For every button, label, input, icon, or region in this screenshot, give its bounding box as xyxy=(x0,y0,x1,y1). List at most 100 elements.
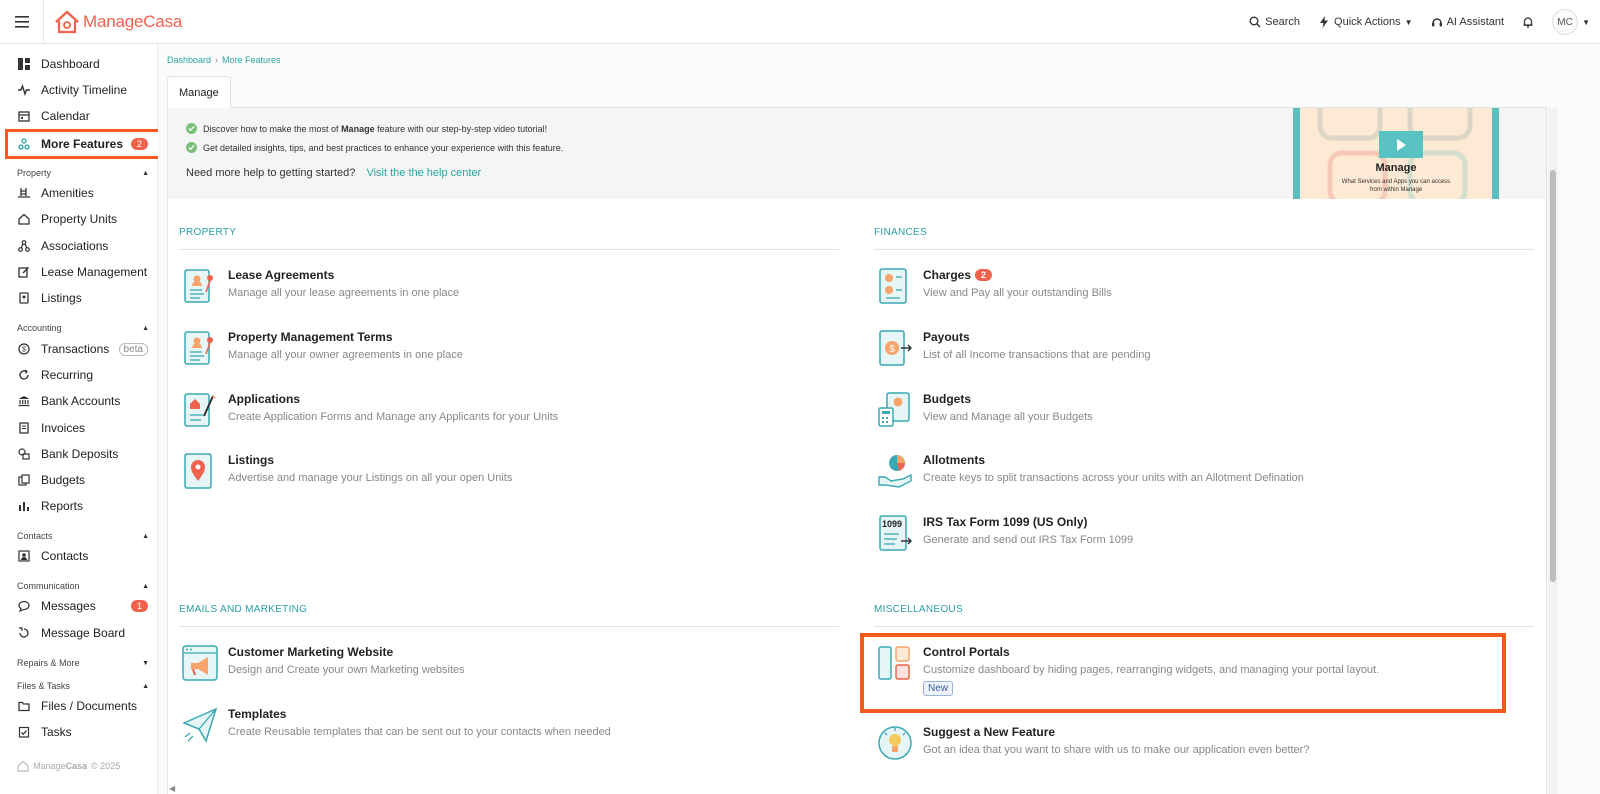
sidebar-item-listings[interactable]: Listings xyxy=(8,286,158,310)
section-header-property[interactable]: Property ▲ xyxy=(17,168,149,178)
tab-manage[interactable]: Manage xyxy=(167,76,231,109)
feature-listings[interactable]: Listings Advertise and manage your Listi… xyxy=(182,451,802,501)
horizontal-scrollbar[interactable]: ◀ xyxy=(167,784,1547,794)
sidebar-item-property-units[interactable]: Property Units xyxy=(8,207,158,231)
sidebar-item-recurring[interactable]: Recurring xyxy=(8,363,158,387)
calendar-icon xyxy=(17,109,31,123)
budget-icon xyxy=(17,473,31,487)
search-button[interactable]: Search xyxy=(1249,16,1300,28)
divider xyxy=(874,626,1534,627)
lease-document-icon xyxy=(182,266,218,306)
notifications-button[interactable] xyxy=(1522,16,1534,28)
sidebar-item-label: Dashboard xyxy=(41,57,100,71)
sidebar-item-contacts[interactable]: Contacts xyxy=(8,544,158,568)
feature-charges[interactable]: Charges 2 View and Pay all your outstandi… xyxy=(877,266,1497,316)
section-header-accounting[interactable]: Accounting ▲ xyxy=(17,323,149,333)
feature-title: Property Management Terms xyxy=(228,330,393,344)
scroll-left-icon[interactable]: ◀ xyxy=(169,784,175,793)
sidebar-item-bank-accounts[interactable]: Bank Accounts xyxy=(8,389,158,413)
features-icon xyxy=(17,137,31,151)
sidebar-item-tasks[interactable]: Tasks xyxy=(8,720,158,744)
lightbulb-icon xyxy=(877,723,913,763)
sidebar-item-amenities[interactable]: Amenities xyxy=(8,181,158,205)
control-portals-highlight xyxy=(860,633,1506,713)
scrollbar-thumb[interactable] xyxy=(1550,170,1556,582)
chevron-up-icon: ▲ xyxy=(142,532,149,540)
section-header-repairs[interactable]: Repairs & More ▼ xyxy=(17,658,149,668)
sidebar-item-calendar[interactable]: Calendar xyxy=(8,104,158,128)
feature-allotments[interactable]: Allotments Create keys to split transact… xyxy=(877,451,1497,501)
sidebar-item-messages[interactable]: Messages 1 xyxy=(8,594,158,618)
sidebar-item-message-board[interactable]: Message Board xyxy=(8,621,158,645)
quick-actions-button[interactable]: Quick Actions ▼ xyxy=(1318,16,1413,28)
folder-icon xyxy=(17,699,31,713)
feature-payouts[interactable]: $ Payouts List of all Income transaction… xyxy=(877,328,1497,378)
svg-text:$: $ xyxy=(22,347,26,354)
message-icon xyxy=(17,599,31,613)
dollar-icon: $ xyxy=(17,342,31,356)
sidebar-item-files-documents[interactable]: Files / Documents xyxy=(8,694,158,718)
feature-lease-agreements[interactable]: Lease Agreements Manage all your lease a… xyxy=(182,266,802,316)
feature-property-management-terms[interactable]: Property Management Terms Manage all you… xyxy=(182,328,802,378)
tab-bar: Manage xyxy=(167,76,1547,109)
sidebar-item-budgets[interactable]: Budgets xyxy=(8,468,158,492)
feature-description: Manage all your owner agreements in one … xyxy=(228,349,463,361)
feature-suggest-new-feature[interactable]: Suggest a New Feature Got an idea that y… xyxy=(877,723,1497,773)
sidebar-item-dashboard[interactable]: Dashboard xyxy=(8,52,158,76)
search-label: Search xyxy=(1265,16,1301,28)
agreement-document-icon xyxy=(182,328,218,368)
sidebar-item-label: Associations xyxy=(41,239,109,253)
sidebar-item-activity-timeline[interactable]: Activity Timeline xyxy=(8,78,158,102)
sidebar-item-label: More Features xyxy=(41,137,124,151)
breadcrumb-more-features[interactable]: More Features xyxy=(222,55,281,65)
sidebar-item-transactions[interactable]: $ Transactions beta xyxy=(8,337,158,361)
chevron-down-icon: ▼ xyxy=(1404,17,1413,27)
section-header-contacts[interactable]: Contacts ▲ xyxy=(17,531,149,541)
bell-icon xyxy=(1523,17,1533,28)
play-button[interactable] xyxy=(1379,131,1423,158)
section-title-finances: FINANCES xyxy=(874,227,927,238)
breadcrumb: Dashboard › More Features xyxy=(167,55,281,65)
feature-title: Lease Agreements xyxy=(228,268,335,282)
sidebar-item-bank-deposits[interactable]: Bank Deposits xyxy=(8,442,158,466)
sidebar-item-associations[interactable]: Associations xyxy=(8,234,158,258)
sidebar-item-label: Budgets xyxy=(41,473,86,487)
section-header-files[interactable]: Files & Tasks ▲ xyxy=(17,681,149,691)
manage-panel: Discover how to make the most of Manage … xyxy=(167,108,1547,794)
footer-brand: ManageCasa xyxy=(33,761,88,771)
user-menu[interactable]: MC ▼ xyxy=(1552,9,1590,35)
bolt-icon xyxy=(1320,16,1329,28)
recurring-icon xyxy=(17,368,31,382)
feature-customer-marketing-website[interactable]: Customer Marketing Website Design and Cr… xyxy=(182,643,802,693)
section-title-miscellaneous: MISCELLANEOUS xyxy=(874,604,963,615)
sidebar-item-label: Reports xyxy=(41,499,84,513)
feature-applications[interactable]: Applications Create Application Forms an… xyxy=(182,390,802,440)
section-header-communication[interactable]: Communication ▲ xyxy=(17,581,149,591)
help-center-link[interactable]: Visit the the help center xyxy=(366,167,481,179)
sidebar-item-label: Calendar xyxy=(41,109,90,123)
activity-icon xyxy=(17,83,31,97)
logo[interactable]: ManageCasa xyxy=(54,9,182,35)
contacts-icon xyxy=(17,549,31,563)
sidebar-item-label: Bank Accounts xyxy=(41,394,121,408)
feature-budgets[interactable]: Budgets View and Manage all your Budgets xyxy=(877,390,1497,440)
ai-assistant-label: AI Assistant xyxy=(1446,16,1505,28)
feature-irs-tax-form-1099[interactable]: 1099 IRS Tax Form 1099 (US Only) Generat… xyxy=(877,513,1497,563)
feature-templates[interactable]: Templates Create Reusable templates that… xyxy=(182,705,802,755)
vertical-scrollbar[interactable] xyxy=(1548,108,1558,794)
divider xyxy=(179,626,839,627)
video-thumbnail[interactable]: Manage What Services and Apps you can ac… xyxy=(1293,108,1499,199)
sidebar-item-invoices[interactable]: Invoices xyxy=(8,416,158,440)
ai-assistant-button[interactable]: AI Assistant xyxy=(1431,16,1504,28)
sidebar-item-more-features[interactable]: More Features 2 xyxy=(5,129,161,159)
chevron-up-icon: ▲ xyxy=(142,582,149,590)
sidebar-item-lease-management[interactable]: Lease Management xyxy=(8,260,158,284)
menu-toggle-button[interactable] xyxy=(0,0,44,44)
tasks-icon xyxy=(17,725,31,739)
feature-title: Payouts xyxy=(923,330,970,344)
count-badge: 2 xyxy=(130,138,148,150)
feature-description: List of all Income transactions that are… xyxy=(923,349,1151,361)
sidebar-item-reports[interactable]: Reports xyxy=(8,494,158,518)
feature-title: Allotments xyxy=(923,453,986,467)
breadcrumb-dashboard[interactable]: Dashboard xyxy=(167,55,211,65)
